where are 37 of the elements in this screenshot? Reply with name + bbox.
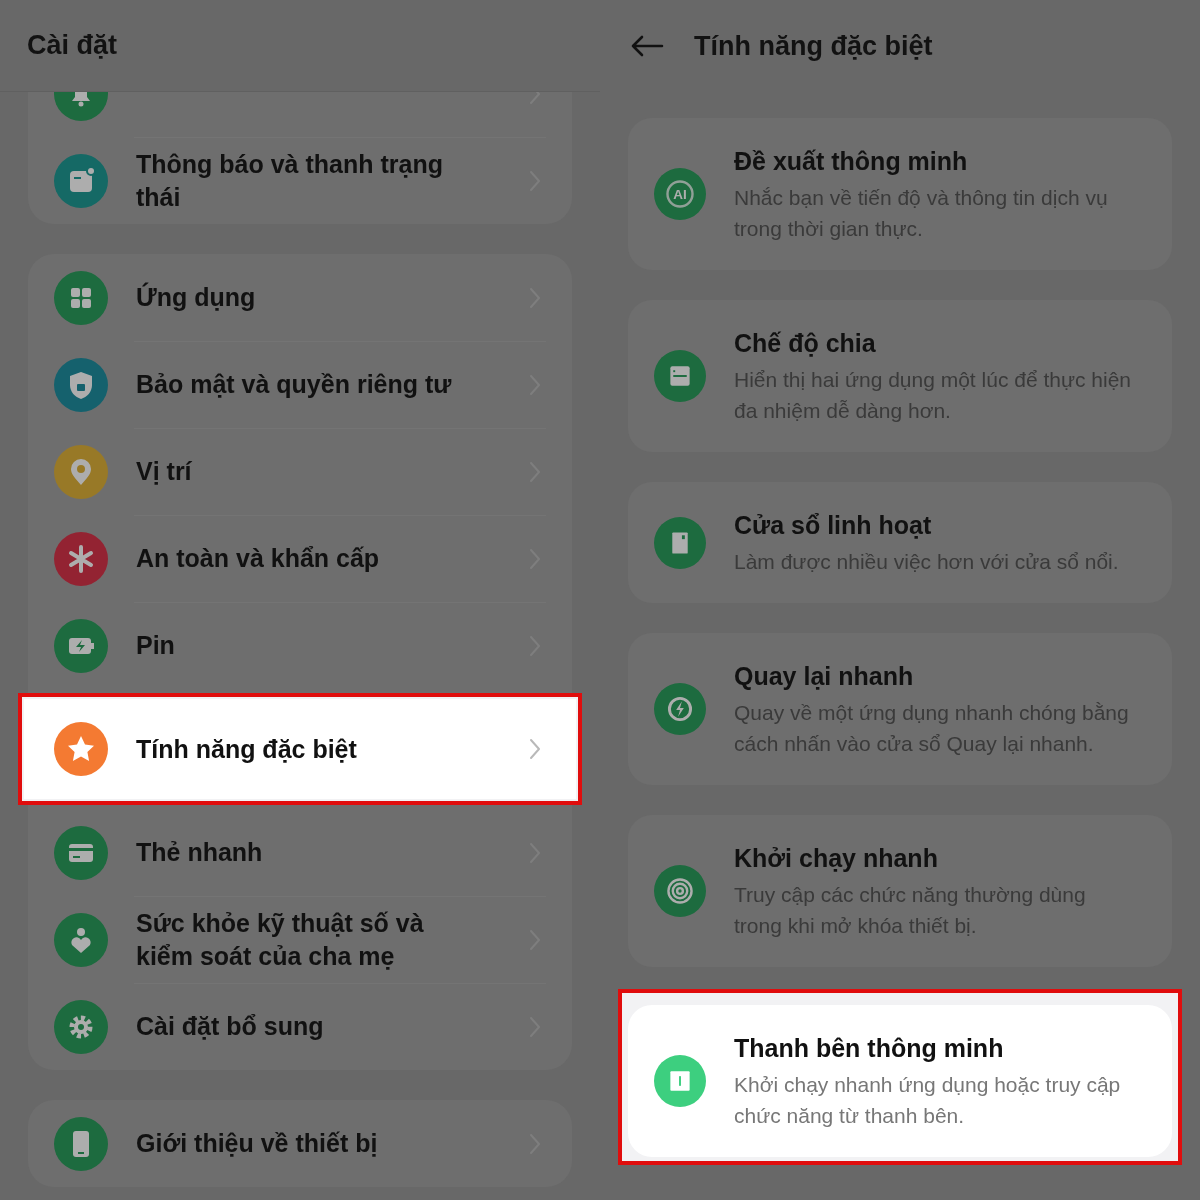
feature-title: Đề xuất thông minh: [734, 146, 969, 177]
phone-icon: [54, 1116, 108, 1171]
shield-icon: [54, 357, 108, 412]
card-icon: [54, 825, 108, 880]
settings-item[interactable]: Thông báo và thanh trạng thái: [28, 137, 572, 224]
feature-title: Thanh bên thông minh: [734, 1033, 1005, 1064]
battery-icon: [54, 618, 108, 673]
feature-title: Cửa sổ linh hoạt: [734, 510, 933, 541]
gear-icon: [54, 999, 108, 1054]
back-arrow-icon[interactable]: [630, 34, 664, 58]
screen-title: Tính năng đặc biệt: [694, 30, 933, 62]
settings-item[interactable]: Pin: [28, 602, 572, 689]
split-icon: [654, 350, 706, 402]
settings-item[interactable]: Cài đặt bổ sung: [28, 983, 572, 1070]
grid-icon: [54, 270, 108, 325]
feature-title: Quay lại nhanh: [734, 661, 915, 692]
settings-item[interactable]: Bảo mật và quyền riêng tư: [28, 341, 572, 428]
settings-item[interactable]: Vị trí: [28, 428, 572, 515]
rings-icon: [654, 865, 706, 917]
chevron-right-icon: [528, 737, 542, 761]
settings-item[interactable]: Sức khỏe kỹ thuật số và kiểm soát của cha mẹ: [28, 896, 572, 983]
settings-item[interactable]: Thẻ nhanh: [28, 809, 572, 896]
notice-icon: [54, 153, 108, 208]
screen-title: Cài đặt: [27, 30, 118, 61]
feature-title: Chế độ chia: [734, 328, 877, 359]
asterisk-icon: [54, 531, 108, 586]
sidebar-icon: [654, 1055, 706, 1107]
feature-title: Khởi chạy nhanh: [734, 843, 939, 874]
settings-item[interactable]: An toàn và khẩn cấp: [28, 515, 572, 602]
pin-icon: [54, 444, 108, 499]
ai-icon: AI: [654, 168, 706, 220]
settings-item[interactable]: Ứng dụng: [28, 254, 572, 341]
bolt-icon: [654, 683, 706, 735]
settings-item[interactable]: Giới thiệu về thiết bị: [28, 1100, 572, 1187]
feature-description: Khởi chạy nhanh ứng dụng hoặc truy cập chức năng từ thanh bên.: [734, 1072, 1122, 1129]
feature-card[interactable]: Thanh bên thông minh Khởi chạy nhanh ứng dụng hoặc truy cập chức năng từ thanh bên.: [628, 1005, 1172, 1157]
window-icon: [654, 516, 706, 569]
